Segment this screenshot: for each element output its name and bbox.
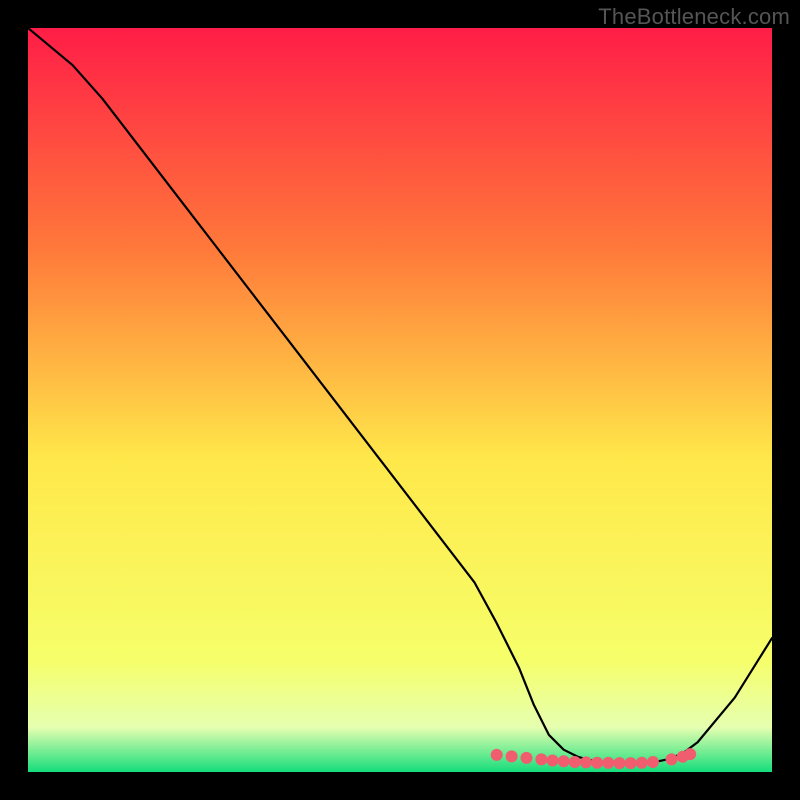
data-marker (684, 748, 696, 760)
data-marker (591, 757, 603, 769)
data-marker (535, 753, 547, 765)
data-marker (636, 757, 648, 769)
data-marker (602, 757, 614, 769)
watermark-text: TheBottleneck.com (598, 4, 790, 30)
data-marker (569, 756, 581, 768)
gradient-background (28, 28, 772, 772)
data-marker (547, 754, 559, 766)
data-marker (647, 756, 659, 768)
plot-area (28, 28, 772, 772)
data-marker (520, 752, 532, 764)
data-marker (625, 757, 637, 769)
chart-frame: TheBottleneck.com (0, 0, 800, 800)
data-marker (558, 755, 570, 767)
data-marker (491, 749, 503, 761)
data-marker (613, 757, 625, 769)
chart-svg (28, 28, 772, 772)
data-marker (580, 756, 592, 768)
data-marker (666, 753, 678, 765)
data-marker (506, 750, 518, 762)
